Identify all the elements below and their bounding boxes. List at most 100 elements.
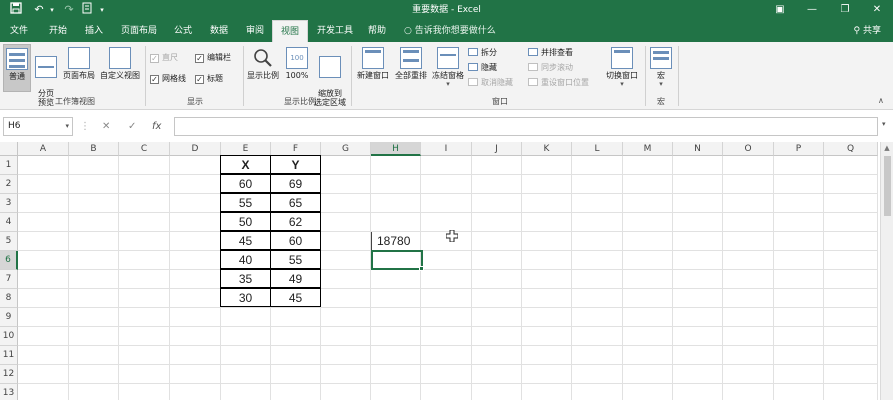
row-header-4[interactable]: 4 (0, 213, 18, 232)
column-header-i[interactable]: I (421, 142, 472, 156)
enter-icon[interactable]: ✓ (128, 117, 136, 136)
select-all-corner[interactable] (0, 142, 18, 156)
split-button[interactable]: 拆分 (468, 47, 497, 59)
cancel-icon[interactable]: ✕ (102, 117, 110, 136)
custom-views-button[interactable]: 自定义视图 (98, 47, 142, 80)
row-header-11[interactable]: 11 (0, 346, 18, 365)
column-header-l[interactable]: L (572, 142, 623, 156)
tab-home[interactable]: 开始 (40, 20, 76, 42)
table-cell-x[interactable]: 30 (220, 288, 271, 307)
column-header-e[interactable]: E (221, 142, 271, 156)
column-header-d[interactable]: D (170, 142, 221, 156)
formula-input[interactable] (174, 117, 878, 136)
column-header-a[interactable]: A (18, 142, 69, 156)
group-separator (678, 46, 679, 106)
minimize-button[interactable]: — (797, 0, 827, 20)
table-cell-x[interactable]: 45 (220, 231, 271, 250)
scroll-up-icon[interactable]: ▲ (881, 144, 893, 152)
insert-function-icon[interactable]: fx (152, 117, 161, 136)
column-header-o[interactable]: O (723, 142, 774, 156)
table-cell-x[interactable]: 50 (220, 212, 271, 231)
table-cell-y[interactable]: 49 (270, 269, 321, 288)
row-header-9[interactable]: 9 (0, 308, 18, 327)
worksheet-grid[interactable]: ABCDEFGHIJKLMNOPQ 1 2 3 4 5 6 7 8 9 10 11 12 13 X Y … (0, 142, 893, 400)
row-header-8[interactable]: 8 (0, 289, 18, 308)
view-side-by-side-button[interactable]: 并排查看 (528, 47, 573, 59)
share-button[interactable]: ⚲ 共享 (854, 20, 881, 42)
column-header-c[interactable]: C (119, 142, 170, 156)
column-header-b[interactable]: B (69, 142, 119, 156)
group-label-zoom: 显示比例 (284, 97, 316, 106)
table-cell-x[interactable]: 40 (220, 250, 271, 269)
collapse-ribbon-icon[interactable]: ∧ (878, 96, 884, 105)
ribbon-display-options-icon[interactable]: ▣ (765, 0, 795, 20)
column-header-k[interactable]: K (522, 142, 572, 156)
row-header-2[interactable]: 2 (0, 175, 18, 194)
zoom-button[interactable]: 显示比例 (246, 47, 280, 80)
row-header-12[interactable]: 12 (0, 365, 18, 384)
table-cell-y[interactable]: 55 (270, 250, 321, 269)
row-header-13[interactable]: 13 (0, 384, 18, 400)
new-window-button[interactable]: 新建窗口 (354, 47, 392, 80)
table-cell-y[interactable]: 45 (270, 288, 321, 307)
unhide-button[interactable]: 取消隐藏 (468, 77, 513, 89)
table-cell-x[interactable]: 35 (220, 269, 271, 288)
cell-h5-value[interactable]: 18780 (377, 232, 437, 251)
selected-cell-h6[interactable] (371, 250, 423, 270)
row-header-7[interactable]: 7 (0, 270, 18, 289)
column-header-f[interactable]: F (271, 142, 321, 156)
tab-data[interactable]: 数据 (202, 20, 236, 42)
switch-windows-button[interactable]: 切换窗口 ▾ (602, 47, 642, 89)
headings-checkbox[interactable]: ✓ 标题 (195, 73, 223, 84)
row-header-6[interactable]: 6 (0, 251, 18, 270)
tab-view[interactable]: 视图 (272, 20, 308, 42)
tab-review[interactable]: 审阅 (238, 20, 272, 42)
column-header-h[interactable]: H (371, 142, 421, 156)
gridlines-checkbox[interactable]: ✓ 网格线 (150, 73, 186, 84)
synchronous-scrolling-button[interactable]: 同步滚动 (528, 62, 573, 74)
table-header-x[interactable]: X (220, 155, 271, 174)
name-box[interactable]: H6 ▾ (3, 117, 73, 136)
table-header-y[interactable]: Y (270, 155, 321, 174)
scroll-thumb[interactable] (884, 156, 891, 216)
close-button[interactable]: ✕ (862, 0, 892, 20)
column-header-j[interactable]: J (472, 142, 522, 156)
table-cell-y[interactable]: 69 (270, 174, 321, 193)
restore-button[interactable]: ❐ (830, 0, 860, 20)
column-header-n[interactable]: N (673, 142, 723, 156)
column-header-p[interactable]: P (774, 142, 824, 156)
normal-view-button[interactable]: 普通 (3, 44, 31, 92)
row-header-10[interactable]: 10 (0, 327, 18, 346)
tab-file[interactable]: 文件 (4, 20, 34, 42)
table-cell-x[interactable]: 60 (220, 174, 271, 193)
table-cell-y[interactable]: 62 (270, 212, 321, 231)
row-header-1[interactable]: 1 (0, 156, 18, 175)
column-header-m[interactable]: M (623, 142, 673, 156)
reset-window-position-button[interactable]: 重设窗口位置 (528, 77, 589, 89)
table-cell-x[interactable]: 55 (220, 193, 271, 212)
vertical-scrollbar[interactable]: ▲ (880, 142, 893, 400)
column-header-g[interactable]: G (321, 142, 371, 156)
freeze-panes-button[interactable]: 冻结窗格 ▾ (430, 47, 466, 89)
tab-developer[interactable]: 开发工具 (310, 20, 360, 42)
page-layout-view-button[interactable]: 页面布局 (60, 47, 98, 80)
table-cell-y[interactable]: 65 (270, 193, 321, 212)
tab-insert[interactable]: 插入 (76, 20, 112, 42)
formula-bar-checkbox[interactable]: ✓ 编辑栏 (195, 52, 231, 63)
macros-button[interactable]: 宏 ▾ (648, 47, 674, 89)
tab-formulas[interactable]: 公式 (166, 20, 200, 42)
zoom-100-button[interactable]: 100 100% (284, 47, 310, 80)
arrange-all-button[interactable]: 全部重排 (392, 47, 430, 80)
table-cell-y[interactable]: 60 (270, 231, 321, 250)
fill-handle[interactable] (419, 266, 424, 271)
tell-me-box[interactable]: ○ 告诉我你想要做什么 (404, 20, 496, 42)
hide-button[interactable]: 隐藏 (468, 62, 497, 74)
column-header-q[interactable]: Q (824, 142, 878, 156)
ruler-checkbox[interactable]: ✓ 直尺 (150, 52, 178, 63)
expand-formula-bar-icon[interactable]: ▾ (882, 120, 886, 128)
row-gridline (18, 307, 878, 308)
tab-page-layout[interactable]: 页面布局 (114, 20, 164, 42)
tab-help[interactable]: 帮助 (362, 20, 392, 42)
row-header-3[interactable]: 3 (0, 194, 18, 213)
row-header-5[interactable]: 5 (0, 232, 18, 251)
